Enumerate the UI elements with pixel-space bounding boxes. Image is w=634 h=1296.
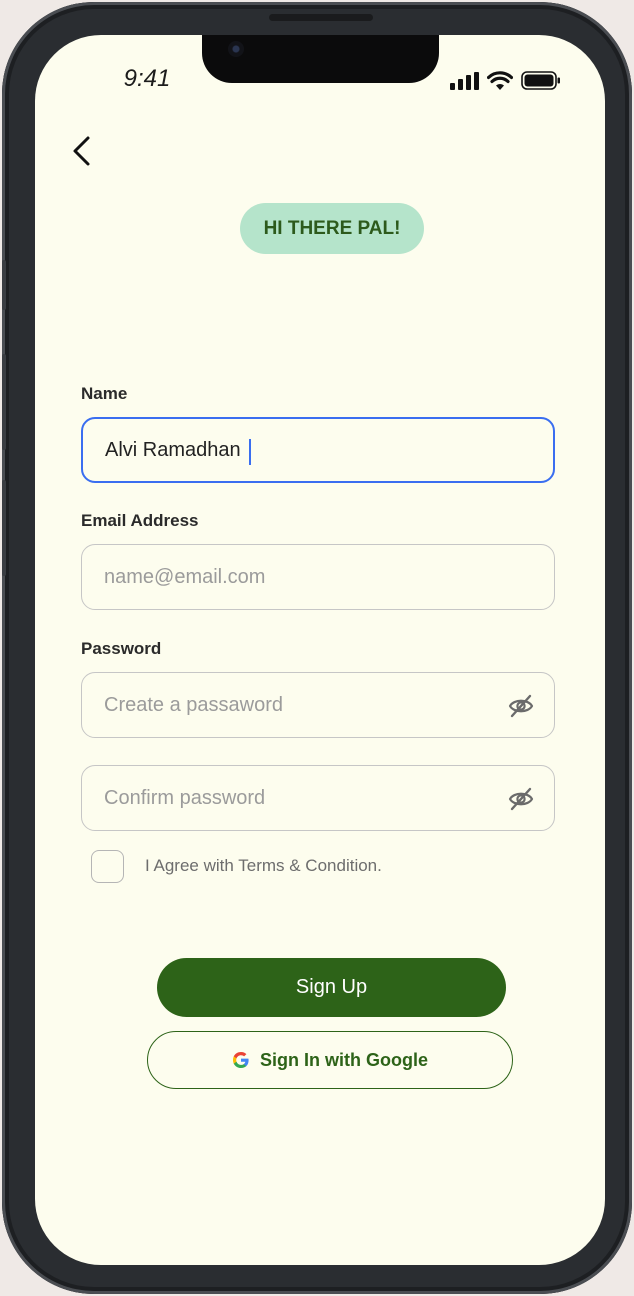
- status-icons: [450, 71, 561, 90]
- phone-frame: 9:41 HI THERE PAL! Name Alvi Ramadhan Em…: [2, 2, 632, 1294]
- email-input[interactable]: [104, 545, 484, 609]
- app-screen: 9:41 HI THERE PAL! Name Alvi Ramadhan Em…: [35, 35, 605, 1265]
- password-field[interactable]: [81, 672, 555, 738]
- notch: [202, 35, 439, 83]
- terms-checkbox[interactable]: [91, 850, 124, 883]
- side-button: [2, 260, 6, 310]
- email-field[interactable]: [81, 544, 555, 610]
- battery-icon: [521, 71, 560, 90]
- terms-label[interactable]: I Agree with Terms & Condition.: [145, 856, 382, 876]
- side-button: [2, 354, 6, 450]
- eye-off-icon[interactable]: [508, 693, 534, 719]
- front-camera: [228, 41, 244, 57]
- name-label: Name: [81, 384, 128, 403]
- password-label: Password: [81, 639, 162, 658]
- text-caret: [249, 439, 251, 465]
- name-field[interactable]: [81, 417, 555, 483]
- google-button-label: Sign In with Google: [260, 1049, 428, 1070]
- side-button: [2, 480, 6, 576]
- wifi-icon: [487, 71, 513, 90]
- confirm-password-field[interactable]: [81, 765, 555, 831]
- confirm-password-input[interactable]: [104, 766, 484, 830]
- google-icon: [233, 1052, 249, 1068]
- signal-icon: [450, 71, 479, 90]
- password-input[interactable]: [104, 673, 484, 737]
- speaker-grille: [269, 14, 373, 21]
- back-arrow-icon[interactable]: [65, 133, 97, 169]
- name-input[interactable]: [105, 419, 485, 481]
- eye-off-icon[interactable]: [508, 786, 534, 812]
- sign-up-button[interactable]: Sign Up: [157, 958, 506, 1017]
- status-time: 9:41: [123, 65, 171, 92]
- email-label: Email Address: [81, 511, 199, 530]
- google-sign-in-button[interactable]: Sign In with Google: [147, 1031, 513, 1089]
- greeting-pill: HI THERE PAL!: [240, 203, 424, 254]
